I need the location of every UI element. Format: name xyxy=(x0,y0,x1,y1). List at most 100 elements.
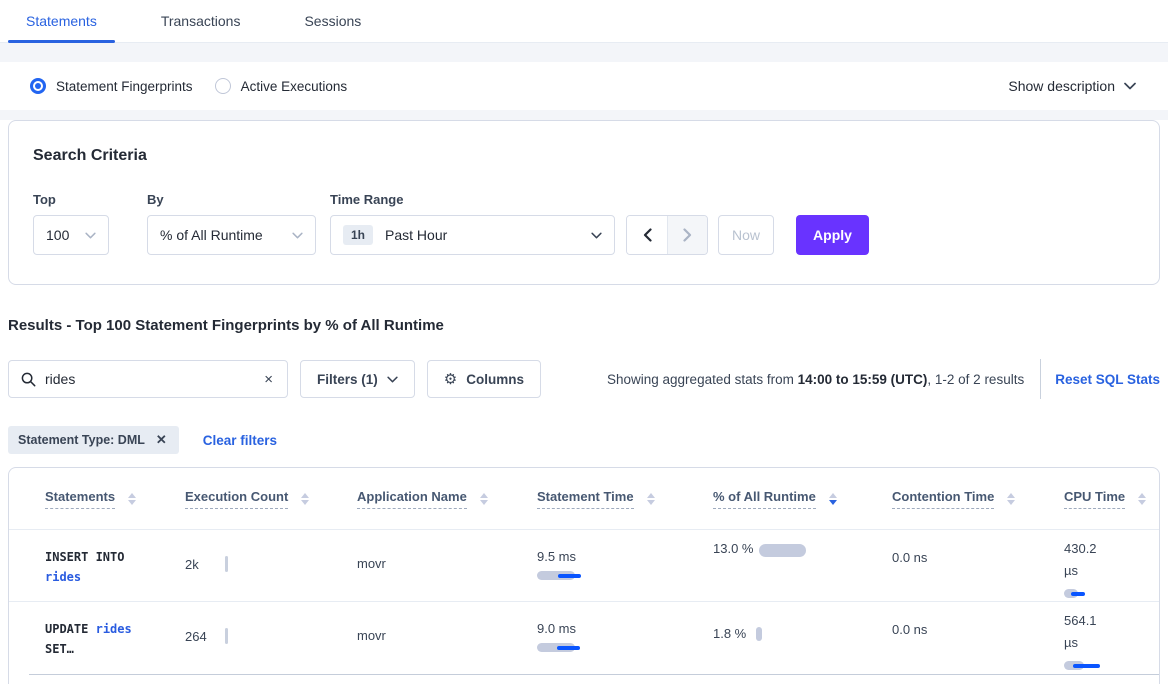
results-section: Results - Top 100 Statement Fingerprints… xyxy=(0,317,1168,454)
contention-time-cell: 0.0 ns xyxy=(892,602,1064,637)
radio-selected-icon xyxy=(30,78,46,94)
next-time-button[interactable] xyxy=(667,216,707,254)
radio-active-executions-label: Active Executions xyxy=(241,79,348,94)
search-criteria-form: Top 100 By % of All Runtime Time Range 1… xyxy=(33,192,1135,255)
by-select[interactable]: % of All Runtime xyxy=(147,215,316,255)
time-pager xyxy=(626,215,708,255)
time-range-select[interactable]: 1h Past Hour xyxy=(330,215,615,255)
header-contention-time[interactable]: Contention Time xyxy=(892,489,1064,509)
by-label: By xyxy=(147,192,330,207)
top-select[interactable]: 100 xyxy=(33,215,109,255)
chevron-down-icon xyxy=(85,232,96,239)
gear-icon: ⚙ xyxy=(444,370,457,388)
time-range-field: Time Range 1h Past Hour xyxy=(330,192,615,255)
filter-chip-label: Statement Type: DML xyxy=(18,433,145,447)
statement-link[interactable]: rides xyxy=(96,622,132,636)
header-application-name[interactable]: Application Name xyxy=(357,489,537,509)
show-description-toggle[interactable]: Show description xyxy=(1008,78,1136,94)
execution-count-cell: 264 xyxy=(185,602,357,644)
statement-time-cell: 9.0 ms xyxy=(537,602,713,653)
statement-link[interactable]: rides xyxy=(45,570,81,584)
execution-count-bar xyxy=(225,556,228,572)
header-execution-count[interactable]: Execution Count xyxy=(185,489,357,509)
vertical-divider xyxy=(1040,359,1041,399)
statement-search-box: × xyxy=(8,360,288,398)
results-controls: × Filters (1) ⚙ Columns Showing aggregat… xyxy=(8,359,1160,399)
statements-table: Statements Execution Count Application N… xyxy=(8,467,1160,684)
divider-strip xyxy=(0,43,1168,62)
chevron-down-icon xyxy=(292,232,303,239)
execution-count-bar xyxy=(225,628,228,644)
search-criteria-card: Search Criteria Top 100 By % of All Runt… xyxy=(8,120,1160,285)
chevron-left-icon xyxy=(643,228,652,242)
header-statement-time[interactable]: Statement Time xyxy=(537,489,713,509)
application-name-cell: movr xyxy=(357,602,537,643)
sort-icon xyxy=(1007,493,1015,505)
execution-count-cell: 2k xyxy=(185,530,357,572)
chip-remove-icon[interactable]: ✕ xyxy=(154,431,169,448)
header-statements[interactable]: Statements xyxy=(45,489,185,509)
sort-icon xyxy=(128,493,136,505)
table-header-row: Statements Execution Count Application N… xyxy=(9,468,1159,530)
clear-search-icon[interactable]: × xyxy=(262,370,275,389)
by-select-value: % of All Runtime xyxy=(160,227,292,243)
radio-unselected-icon xyxy=(215,78,231,94)
view-toggle-bar: Statement Fingerprints Active Executions… xyxy=(0,62,1168,110)
filter-chip-row: Statement Type: DML ✕ Clear filters xyxy=(8,426,1160,454)
tab-statements[interactable]: Statements xyxy=(8,0,115,42)
cpu-time-bar xyxy=(1064,589,1159,599)
top-tab-bar: Statements Transactions Sessions xyxy=(0,0,1168,43)
now-button[interactable]: Now xyxy=(718,215,774,255)
time-range-value: Past Hour xyxy=(385,227,591,243)
reset-sql-stats-link[interactable]: Reset SQL Stats xyxy=(1055,372,1160,387)
search-criteria-title: Search Criteria xyxy=(33,147,1135,165)
table-row: INSERT INTO rides 2k movr 9.5 ms 13.0 % … xyxy=(9,530,1159,602)
filters-button-label: Filters (1) xyxy=(317,372,378,387)
runtime-pct-bar xyxy=(759,544,806,557)
cpu-time-bar xyxy=(1064,661,1159,671)
chevron-right-icon xyxy=(683,228,692,242)
apply-button[interactable]: Apply xyxy=(796,215,869,255)
radio-statement-fingerprints[interactable]: Statement Fingerprints xyxy=(30,78,193,94)
show-description-label: Show description xyxy=(1008,78,1115,94)
tab-transactions-label: Transactions xyxy=(161,13,241,29)
cpu-time-cell: 430.2 µs xyxy=(1064,530,1159,599)
tab-sessions-label: Sessions xyxy=(304,13,361,29)
search-input[interactable] xyxy=(45,371,262,387)
row-separator xyxy=(29,674,1159,675)
columns-button-label: Columns xyxy=(466,372,524,387)
prev-time-button[interactable] xyxy=(627,216,667,254)
tab-statements-label: Statements xyxy=(26,13,97,29)
sort-desc-icon xyxy=(829,493,837,505)
filter-chip-statement-type: Statement Type: DML ✕ xyxy=(8,426,179,454)
sort-icon xyxy=(1138,493,1146,505)
cpu-time-cell: 564.1 µs xyxy=(1064,602,1159,671)
by-field: By % of All Runtime xyxy=(147,192,330,255)
columns-button[interactable]: ⚙ Columns xyxy=(427,360,541,398)
tab-transactions[interactable]: Transactions xyxy=(143,0,259,42)
statement-time-cell: 9.5 ms xyxy=(537,530,713,581)
statement-cell: UPDATE rides SET… xyxy=(45,602,185,659)
view-radio-group: Statement Fingerprints Active Executions xyxy=(30,78,347,94)
header-pct-of-all-runtime[interactable]: % of All Runtime xyxy=(713,489,892,509)
top-field: Top 100 xyxy=(33,192,147,255)
header-cpu-time[interactable]: CPU Time xyxy=(1064,489,1159,509)
results-heading: Results - Top 100 Statement Fingerprints… xyxy=(8,317,1160,334)
clear-filters-link[interactable]: Clear filters xyxy=(203,433,277,448)
filters-button[interactable]: Filters (1) xyxy=(300,360,415,398)
time-range-badge: 1h xyxy=(343,225,373,245)
sort-icon xyxy=(301,493,309,505)
tab-sessions[interactable]: Sessions xyxy=(286,0,379,42)
divider-strip xyxy=(0,110,1168,120)
sort-icon xyxy=(480,493,488,505)
chevron-down-icon xyxy=(387,376,398,383)
statement-time-bar xyxy=(537,571,713,581)
chevron-down-icon xyxy=(1124,82,1136,90)
radio-active-executions[interactable]: Active Executions xyxy=(215,78,348,94)
statement-cell: INSERT INTO rides xyxy=(45,530,185,587)
chevron-down-icon xyxy=(591,232,602,239)
runtime-pct-bar xyxy=(756,627,762,641)
statement-time-bar xyxy=(537,643,713,653)
application-name-cell: movr xyxy=(357,530,537,571)
radio-statement-fingerprints-label: Statement Fingerprints xyxy=(56,79,193,94)
